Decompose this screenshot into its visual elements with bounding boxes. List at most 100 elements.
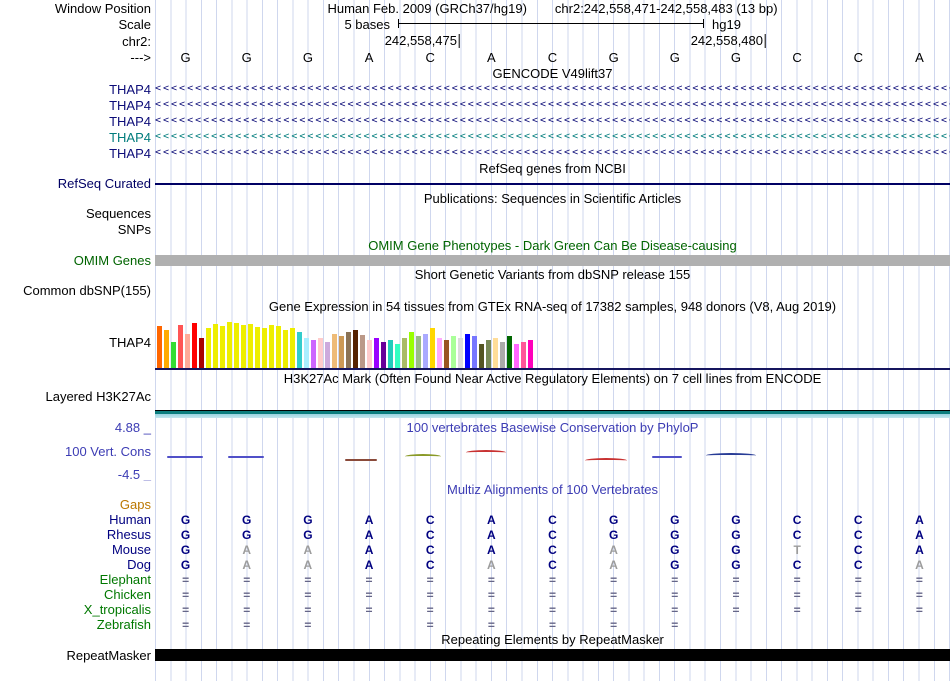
gtex-chart[interactable]	[155, 314, 950, 370]
multiz-header[interactable]: Multiz Alignments of 100 Vertebrates	[155, 481, 950, 497]
publications-header[interactable]: Publications: Sequences in Scientific Ar…	[155, 191, 950, 206]
multiz-species-label[interactable]: X_tropicalis	[0, 602, 155, 617]
gtex-tissue-bar[interactable]	[479, 344, 484, 368]
gtex-tissue-bar[interactable]	[402, 338, 407, 368]
gtex-tissue-bar[interactable]	[332, 334, 337, 368]
gtex-tissue-bar[interactable]	[409, 332, 414, 368]
gtex-tissue-bar[interactable]	[171, 342, 176, 368]
gtex-tissue-bar[interactable]	[164, 330, 169, 368]
repeatmasker-track[interactable]	[155, 647, 950, 663]
gtex-tissue-bar[interactable]	[493, 338, 498, 368]
dbsnp-track-area[interactable]	[155, 282, 950, 298]
gtex-tissue-bar[interactable]	[472, 336, 477, 368]
multiz-alignment-cells[interactable]: GGGACACGGGCCA	[155, 512, 950, 527]
gene-intron-arrows[interactable]: <<<<<<<<<<<<<<<<<<<<<<<<<<<<<<<<<<<<<<<<…	[155, 145, 950, 161]
gtex-tissue-bar[interactable]	[444, 340, 449, 368]
gtex-tissue-bar[interactable]	[353, 330, 358, 368]
gtex-tissue-bar[interactable]	[500, 342, 505, 368]
multiz-alignment-cells[interactable]: = = = = = = = = = = = = =	[155, 602, 950, 617]
multiz-species-label[interactable]: Mouse	[0, 542, 155, 557]
gene-intron-arrows[interactable]: <<<<<<<<<<<<<<<<<<<<<<<<<<<<<<<<<<<<<<<<…	[155, 113, 950, 129]
gtex-tissue-bar[interactable]	[465, 334, 470, 368]
multiz-alignment-cells[interactable]: = = = = = = = =	[155, 617, 950, 632]
gtex-tissue-bar[interactable]	[430, 328, 435, 368]
gene-label[interactable]: THAP4	[0, 145, 155, 161]
gene-label[interactable]: THAP4	[0, 81, 155, 97]
repeatmasker-label[interactable]: RepeatMasker	[0, 647, 155, 663]
multiz-species-label[interactable]: Elephant	[0, 572, 155, 587]
omim-header[interactable]: OMIM Gene Phenotypes - Dark Green Can Be…	[155, 237, 950, 253]
gtex-tissue-bar[interactable]	[514, 344, 519, 368]
gtex-tissue-bar[interactable]	[206, 328, 211, 368]
multiz-species-label[interactable]: Rhesus	[0, 527, 155, 542]
multiz-species-label[interactable]: Chicken	[0, 587, 155, 602]
h3k27ac-track[interactable]	[155, 386, 950, 419]
gtex-tissue-bar[interactable]	[199, 338, 204, 368]
gtex-tissue-bar[interactable]	[304, 338, 309, 368]
gtex-tissue-bar[interactable]	[339, 336, 344, 368]
gencode-header[interactable]: GENCODE V49lift37	[155, 65, 950, 81]
gene-label[interactable]: THAP4	[0, 129, 155, 145]
gtex-tissue-bar[interactable]	[255, 327, 260, 368]
gtex-tissue-bar[interactable]	[192, 323, 197, 368]
gtex-tissue-bar[interactable]	[241, 325, 246, 368]
multiz-alignment-cells[interactable]: GGGACACGGGCCA	[155, 527, 950, 542]
gtex-tissue-bar[interactable]	[346, 332, 351, 368]
gtex-header[interactable]: Gene Expression in 54 tissues from GTEx …	[155, 298, 950, 314]
phylop-header[interactable]: 100 vertebrates Basewise Conservation by…	[155, 419, 950, 435]
multiz-species-label[interactable]: Dog	[0, 557, 155, 572]
gtex-tissue-bar[interactable]	[213, 324, 218, 368]
gtex-tissue-bar[interactable]	[248, 324, 253, 368]
refseq-header[interactable]: RefSeq genes from NCBI	[155, 161, 950, 176]
repeats-header[interactable]: Repeating Elements by RepeatMasker	[155, 632, 950, 647]
encode-header[interactable]: H3K27Ac Mark (Often Found Near Active Re…	[155, 370, 950, 386]
refseq-curated-label[interactable]: RefSeq Curated	[0, 176, 155, 191]
gtex-tissue-bar[interactable]	[227, 322, 232, 368]
gene-label[interactable]: THAP4	[0, 113, 155, 129]
gtex-tissue-bar[interactable]	[157, 326, 162, 368]
gtex-tissue-bar[interactable]	[423, 334, 428, 368]
multiz-alignment-cells[interactable]	[155, 497, 950, 512]
multiz-species-label[interactable]: Gaps	[0, 497, 155, 512]
phylop-track-label[interactable]: 100 Vert. Cons	[0, 435, 155, 467]
gtex-tissue-bar[interactable]	[381, 342, 386, 368]
omim-genes-track[interactable]	[155, 253, 950, 267]
gtex-tissue-bar[interactable]	[262, 328, 267, 368]
gtex-tissue-bar[interactable]	[395, 344, 400, 368]
gene-intron-arrows[interactable]: <<<<<<<<<<<<<<<<<<<<<<<<<<<<<<<<<<<<<<<<…	[155, 129, 950, 145]
multiz-alignment-cells[interactable]: = = = = = = = = = = = = =	[155, 587, 950, 602]
multiz-species-label[interactable]: Human	[0, 512, 155, 527]
dbsnp-header[interactable]: Short Genetic Variants from dbSNP releas…	[155, 267, 950, 282]
gtex-tissue-bar[interactable]	[367, 340, 372, 368]
gtex-tissue-bar[interactable]	[360, 335, 365, 368]
gtex-tissue-bar[interactable]	[458, 338, 463, 368]
gtex-tissue-bar[interactable]	[416, 336, 421, 368]
gtex-tissue-bar[interactable]	[178, 325, 183, 368]
phylop-chart[interactable]	[155, 435, 950, 467]
refseq-curated-track[interactable]	[155, 176, 950, 191]
gtex-tissue-bar[interactable]	[437, 338, 442, 368]
gtex-tissue-bar[interactable]	[521, 342, 526, 368]
gene-label[interactable]: THAP4	[0, 97, 155, 113]
gtex-tissue-bar[interactable]	[297, 332, 302, 368]
gtex-tissue-bar[interactable]	[507, 336, 512, 368]
snps-label[interactable]: SNPs	[0, 221, 155, 237]
multiz-species-label[interactable]: Zebrafish	[0, 617, 155, 632]
gtex-tissue-bar[interactable]	[234, 323, 239, 368]
gtex-tissue-bar[interactable]	[311, 340, 316, 368]
snps-track-area[interactable]	[155, 221, 950, 237]
gtex-gene-label[interactable]: THAP4	[0, 314, 155, 370]
omim-genes-label[interactable]: OMIM Genes	[0, 253, 155, 267]
gtex-tissue-bar[interactable]	[290, 328, 295, 368]
gene-intron-arrows[interactable]: <<<<<<<<<<<<<<<<<<<<<<<<<<<<<<<<<<<<<<<<…	[155, 97, 950, 113]
gtex-tissue-bar[interactable]	[325, 342, 330, 368]
sequences-track-area[interactable]	[155, 206, 950, 221]
multiz-alignment-cells[interactable]: GAAACACAGGCCA	[155, 557, 950, 572]
gtex-tissue-bar[interactable]	[486, 340, 491, 368]
h3k27ac-label[interactable]: Layered H3K27Ac	[0, 386, 155, 419]
gtex-tissue-bar[interactable]	[528, 340, 533, 368]
multiz-alignment-cells[interactable]: GAAACACAGGTCA	[155, 542, 950, 557]
gtex-tissue-bar[interactable]	[451, 336, 456, 368]
gtex-tissue-bar[interactable]	[269, 325, 274, 368]
gtex-tissue-bar[interactable]	[220, 326, 225, 368]
